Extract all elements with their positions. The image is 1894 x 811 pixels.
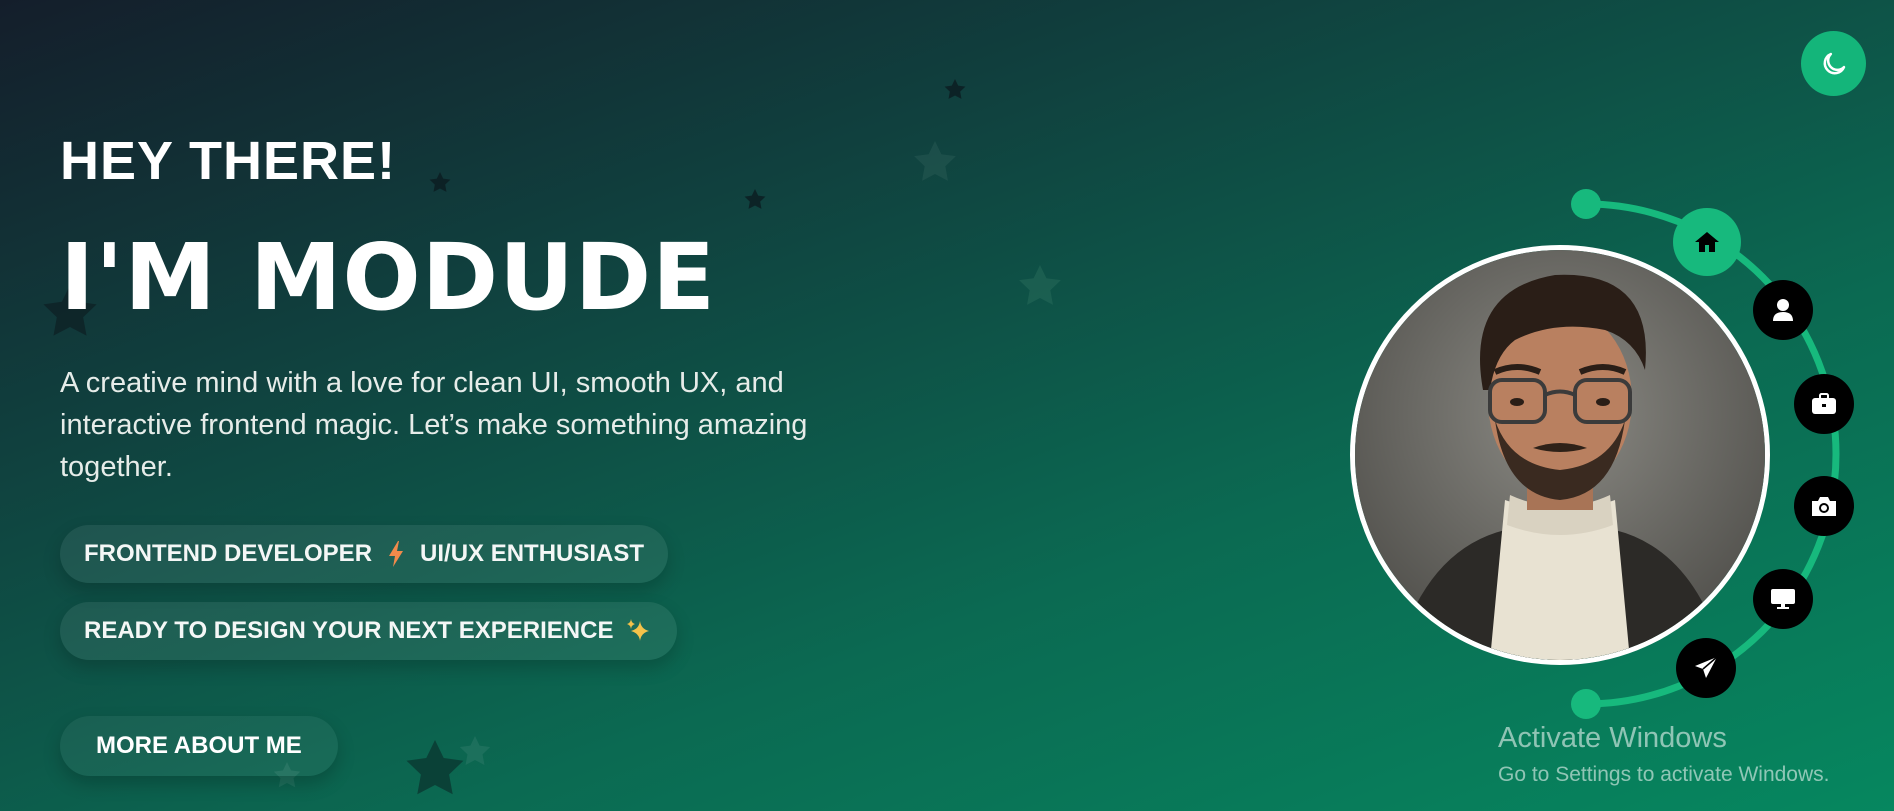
paper-plane-icon [1695, 656, 1718, 678]
orbit-start-dot [1571, 189, 1601, 219]
briefcase-icon [1812, 393, 1836, 414]
orbit-end-dot [1571, 689, 1601, 719]
avatar [1350, 245, 1770, 665]
nav-contact-button[interactable] [1676, 638, 1736, 698]
nav-work-button[interactable] [1794, 374, 1854, 434]
nav-about-button[interactable] [1753, 280, 1813, 340]
monitor-icon [1771, 589, 1795, 609]
camera-icon [1812, 497, 1836, 516]
watermark-title: Activate Windows [1498, 722, 1727, 754]
profile-photo [1355, 250, 1765, 660]
watermark-subtitle: Go to Settings to activate Windows. [1498, 763, 1830, 786]
user-icon [1773, 299, 1793, 321]
nav-gallery-button[interactable] [1794, 476, 1854, 536]
activate-windows-watermark: Activate Windows Go to Settings to activ… [1498, 722, 1830, 787]
home-icon [1695, 232, 1719, 252]
nav-home-button[interactable] [1673, 208, 1741, 276]
nav-projects-button[interactable] [1753, 569, 1813, 629]
